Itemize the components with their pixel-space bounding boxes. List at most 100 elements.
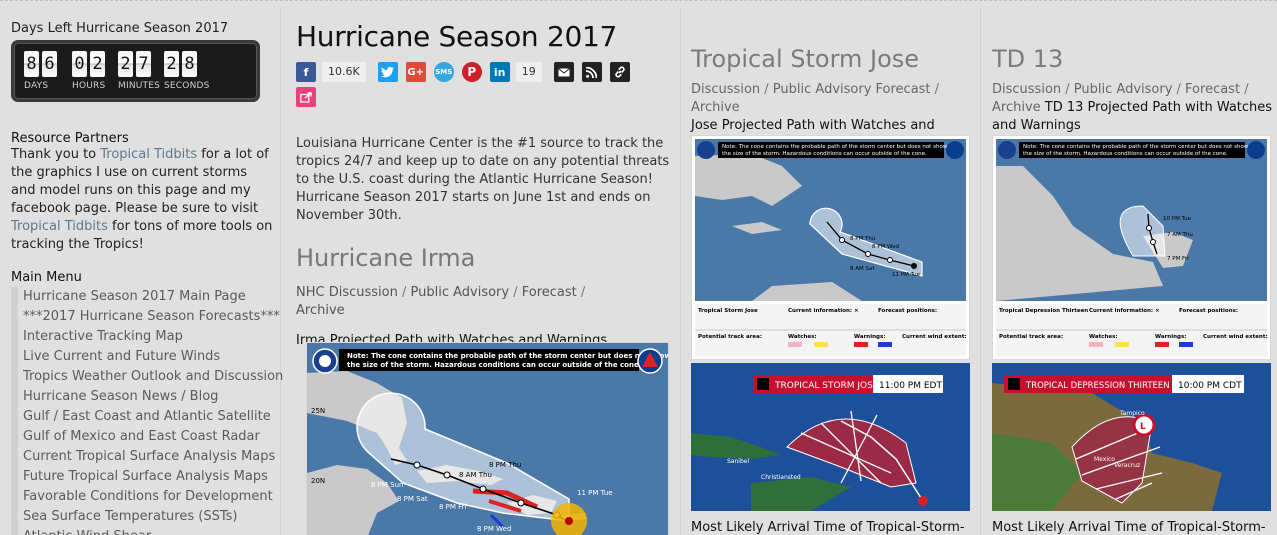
menu-item-winds[interactable]: Live Current and Future Winds: [11, 347, 280, 367]
menu-item-radar[interactable]: Gulf of Mexico and East Coast Radar: [11, 427, 280, 447]
countdown-title: Days Left Hurricane Season 2017: [11, 21, 229, 36]
svg-text:8 PM Fri: 8 PM Fri: [439, 503, 467, 511]
share-icon[interactable]: [296, 87, 316, 107]
countdown-seconds: 2 8 SECONDS: [164, 51, 210, 91]
menu-item-wind-shear[interactable]: Atlantic Wind Shear: [11, 527, 280, 535]
seconds-digit: 8: [182, 51, 197, 77]
days-digit: 6: [42, 51, 57, 77]
svg-text:Tampico: Tampico: [1119, 410, 1145, 417]
facebook-icon[interactable]: f: [296, 62, 316, 82]
link-icon[interactable]: [609, 62, 630, 82]
svg-text:25N: 25N: [311, 407, 325, 415]
menu-item-main-page[interactable]: Hurricane Season 2017 Main Page: [11, 287, 280, 307]
irma-nhc-discussion-link[interactable]: NHC Discussion: [296, 285, 398, 300]
countdown-timer: 8 6 DAYS 0 2 HOURS 2 7 MINUTES 2 8 SECON…: [11, 40, 260, 102]
jose-banner-title: TROPICAL STORM JOSE: [774, 381, 879, 391]
main-column: Hurricane Season 2017 f 10.6K G+ SMS P i…: [282, 8, 681, 535]
svg-text:the size of the storm. Hazardo: the size of the storm. Hazardous conditi…: [722, 151, 927, 157]
svg-text:11 PM Tue: 11 PM Tue: [892, 272, 921, 278]
jose-heading: Tropical Storm Jose: [691, 45, 920, 73]
td13-arrival-graphic[interactable]: L TROPICAL DEPRESSION THIRTEEN 10:00 PM …: [992, 363, 1271, 511]
td13-archive-link[interactable]: Archive: [992, 100, 1041, 115]
svg-text:Current wind extent:: Current wind extent:: [1203, 334, 1268, 340]
td13-column: TD 13 Discussion / Public Advisory / For…: [982, 8, 1277, 535]
svg-text:11 PM Tue: 11 PM Tue: [577, 489, 613, 497]
svg-text:8 AM Sat: 8 AM Sat: [850, 266, 875, 272]
td13-arrival-caption: Most Likely Arrival Time of Tropical-Sto…: [992, 520, 1266, 535]
irma-archive-link[interactable]: Archive: [296, 303, 345, 318]
minutes-digit: 2: [118, 51, 133, 77]
main-menu-heading: Main Menu: [11, 270, 82, 285]
td13-links: Discussion / Public Advisory / Forecast …: [992, 82, 1273, 133]
svg-text:8 PM Wed: 8 PM Wed: [477, 525, 511, 533]
svg-text:8 AM Thu: 8 AM Thu: [459, 471, 492, 479]
svg-text:Tropical Storm Jose: Tropical Storm Jose: [698, 308, 758, 314]
td13-track-map[interactable]: Note: The cone contains the probable pat…: [992, 135, 1271, 360]
menu-item-forecasts[interactable]: ***2017 Hurricane Season Forecasts***: [11, 307, 280, 327]
linkedin-icon[interactable]: in: [489, 62, 510, 82]
irma-track-map[interactable]: Note: The cone contains the probable pat…: [306, 342, 671, 535]
google-plus-icon[interactable]: G+: [405, 62, 426, 82]
svg-text:8 PM Wed: 8 PM Wed: [872, 244, 899, 250]
hours-digit: 2: [90, 51, 105, 77]
jose-column: Tropical Storm Jose Discussion / Public …: [682, 8, 981, 535]
page-title: Hurricane Season 2017: [296, 20, 618, 53]
td13-public-advisory-link[interactable]: Public Advisory: [1074, 82, 1173, 97]
countdown-hours: 0 2 HOURS: [72, 51, 105, 91]
rss-icon[interactable]: [581, 62, 602, 82]
svg-text:Mexico: Mexico: [1094, 456, 1115, 463]
svg-text:8 PM Thu: 8 PM Thu: [489, 461, 521, 469]
td13-banner-time: 10:00 PM CDT: [1178, 381, 1242, 391]
pinterest-icon[interactable]: P: [461, 62, 482, 82]
sms-icon[interactable]: SMS: [433, 62, 454, 82]
tropical-tidbits-link[interactable]: Tropical Tidbits: [11, 219, 108, 234]
email-icon[interactable]: [553, 62, 574, 82]
jose-arrival-caption: Most Likely Arrival Time of Tropical-Sto…: [691, 520, 965, 535]
minutes-label: MINUTES: [118, 81, 161, 91]
svg-text:Forecast positions:: Forecast positions:: [1179, 308, 1238, 314]
td13-forecast-link[interactable]: Forecast: [1185, 82, 1240, 97]
td13-heading: TD 13: [992, 45, 1064, 73]
svg-text:Current wind extent:: Current wind extent:: [902, 334, 967, 340]
hours-digit: 0: [72, 51, 87, 77]
menu-item-future-surface[interactable]: Future Tropical Surface Analysis Maps: [11, 467, 280, 487]
resource-partners-heading: Resource Partners: [11, 131, 129, 146]
jose-archive-link[interactable]: Archive: [691, 100, 740, 115]
main-menu: Hurricane Season 2017 Main Page ***2017 …: [11, 287, 283, 535]
td13-discussion-link[interactable]: Discussion: [992, 82, 1061, 97]
svg-text:8 PM Sun: 8 PM Sun: [371, 481, 403, 489]
svg-text:Watches:: Watches:: [1089, 334, 1118, 340]
menu-item-current-surface[interactable]: Current Tropical Surface Analysis Maps: [11, 447, 280, 467]
menu-item-tracking-map[interactable]: Interactive Tracking Map: [11, 327, 280, 347]
jose-arrival-graphic[interactable]: TROPICAL STORM JOSE 11:00 PM EDT Sanibel…: [691, 363, 970, 511]
svg-text:Note: The cone contains the pr: Note: The cone contains the probable pat…: [1023, 144, 1249, 150]
svg-text:Current information: ×: Current information: ×: [788, 308, 859, 314]
twitter-icon[interactable]: [377, 62, 398, 82]
irma-public-advisory-link[interactable]: Public Advisory: [411, 285, 510, 300]
linkedin-share-count: 19: [515, 62, 542, 82]
irma-forecast-link[interactable]: Forecast: [522, 285, 577, 300]
intro-text: Louisiana Hurricane Center is the #1 sou…: [296, 136, 670, 223]
svg-text:7 AM Thu: 7 AM Thu: [1167, 232, 1193, 238]
top-divider: [0, 0, 1277, 5]
svg-text:Note: The cone contains the pr: Note: The cone contains the probable pat…: [347, 352, 668, 360]
jose-discussion-link[interactable]: Discussion: [691, 82, 760, 97]
menu-item-conditions[interactable]: Favorable Conditions for Development: [11, 487, 280, 507]
facebook-share-count: 10.6K: [322, 62, 366, 82]
menu-item-ssts[interactable]: Sea Surface Temperatures (SSTs): [11, 507, 280, 527]
menu-item-news[interactable]: Hurricane Season News / Blog: [11, 387, 280, 407]
menu-item-outlook[interactable]: Tropics Weather Outlook and Discussion: [11, 367, 283, 387]
svg-text:the size of the storm. Hazardo: the size of the storm. Hazardous conditi…: [1023, 151, 1228, 157]
seconds-digit: 2: [164, 51, 179, 77]
svg-text:20N: 20N: [311, 477, 325, 485]
tropical-tidbits-link[interactable]: Tropical Tidbits: [100, 147, 197, 162]
menu-item-satellite[interactable]: Gulf / East Coast and Atlantic Satellite: [11, 407, 280, 427]
jose-public-advisory-link[interactable]: Public Advisory Forecast: [773, 82, 931, 97]
svg-text:10 PM Tue: 10 PM Tue: [1163, 216, 1192, 222]
svg-text:Veracruz: Veracruz: [1114, 462, 1140, 469]
svg-text:L: L: [1140, 422, 1146, 432]
svg-text:Potential track area:: Potential track area:: [999, 334, 1063, 340]
days-label: DAYS: [24, 81, 49, 91]
svg-text:Sanibel: Sanibel: [727, 458, 749, 465]
jose-track-map[interactable]: Note: The cone contains the probable pat…: [691, 135, 970, 360]
